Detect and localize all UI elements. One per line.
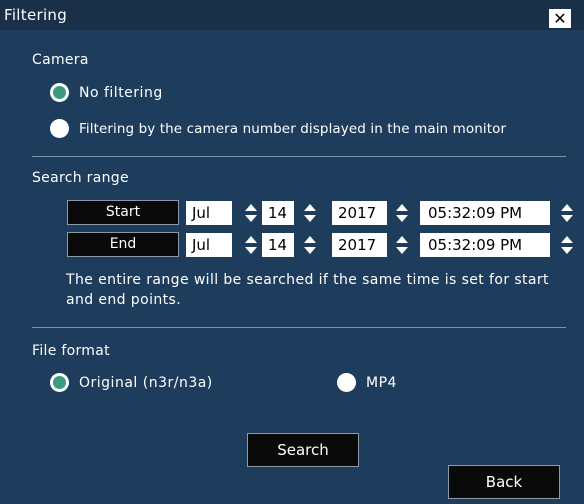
spin-up-icon[interactable] <box>561 204 573 211</box>
spin-down-icon[interactable] <box>245 215 257 222</box>
file-format-label: File format <box>32 343 110 359</box>
end-time-field[interactable]: 05:32:09 PM <box>420 233 550 257</box>
start-button-label: Start <box>105 204 141 220</box>
end-button-label: End <box>109 236 137 252</box>
end-year-field[interactable]: 2017 <box>332 233 387 257</box>
spin-down-icon[interactable] <box>561 247 573 254</box>
back-button[interactable]: Back <box>448 465 560 499</box>
radio-button[interactable] <box>50 119 69 138</box>
spin-down-icon[interactable] <box>396 247 408 254</box>
search-range-note: The entire range will be searched if the… <box>66 272 549 308</box>
file-format-option-original[interactable]: Original (n3r/n3a) <box>50 373 213 392</box>
start-month-field[interactable]: Jul <box>186 201 232 225</box>
spin-up-icon[interactable] <box>561 236 573 243</box>
end-year-spinner[interactable] <box>394 233 410 257</box>
start-time-spinner[interactable] <box>559 201 575 225</box>
radio-button-selected[interactable] <box>50 83 69 102</box>
file-format-option-label: MP4 <box>366 374 397 391</box>
file-format-option-label: Original (n3r/n3a) <box>79 374 213 391</box>
camera-option-label: No filtering <box>79 84 163 101</box>
divider <box>32 156 566 157</box>
filtering-dialog: Filtering ✕ Camera No filtering Filterin… <box>0 0 584 504</box>
spin-up-icon[interactable] <box>304 204 316 211</box>
spin-down-icon[interactable] <box>561 215 573 222</box>
start-day-field[interactable]: 14 <box>262 201 294 225</box>
close-icon: ✕ <box>553 9 567 28</box>
back-button-label: Back <box>485 473 523 491</box>
spin-down-icon[interactable] <box>245 247 257 254</box>
file-format-option-mp4[interactable]: MP4 <box>337 373 397 392</box>
camera-option-filter-by-camera-number[interactable]: Filtering by the camera number displayed… <box>50 119 506 138</box>
start-time-field[interactable]: 05:32:09 PM <box>420 201 550 225</box>
search-range-label: Search range <box>32 170 129 186</box>
camera-option-label: Filtering by the camera number displayed… <box>79 120 507 137</box>
close-button[interactable]: ✕ <box>549 9 571 28</box>
spin-up-icon[interactable] <box>396 204 408 211</box>
spin-down-icon[interactable] <box>396 215 408 222</box>
radio-button-selected[interactable] <box>50 373 69 392</box>
spin-up-icon[interactable] <box>304 236 316 243</box>
end-month-spinner[interactable] <box>243 233 259 257</box>
divider <box>32 327 566 328</box>
spin-down-icon[interactable] <box>304 215 316 222</box>
search-button-label: Search <box>277 441 329 459</box>
search-button[interactable]: Search <box>247 433 359 467</box>
spin-down-icon[interactable] <box>304 247 316 254</box>
start-button[interactable]: Start <box>67 200 179 225</box>
spin-up-icon[interactable] <box>245 236 257 243</box>
end-time-spinner[interactable] <box>559 233 575 257</box>
start-month-spinner[interactable] <box>243 201 259 225</box>
dialog-title: Filtering <box>4 6 68 24</box>
start-year-spinner[interactable] <box>394 201 410 225</box>
camera-section-label: Camera <box>32 52 89 68</box>
spin-up-icon[interactable] <box>245 204 257 211</box>
start-year-field[interactable]: 2017 <box>332 201 387 225</box>
end-day-field[interactable]: 14 <box>262 233 294 257</box>
end-month-field[interactable]: Jul <box>186 233 232 257</box>
start-day-spinner[interactable] <box>302 201 318 225</box>
spin-up-icon[interactable] <box>396 236 408 243</box>
title-bar: Filtering ✕ <box>0 0 584 30</box>
camera-option-no-filtering[interactable]: No filtering <box>50 83 163 102</box>
radio-button[interactable] <box>337 373 356 392</box>
end-day-spinner[interactable] <box>302 233 318 257</box>
end-button[interactable]: End <box>67 232 179 257</box>
